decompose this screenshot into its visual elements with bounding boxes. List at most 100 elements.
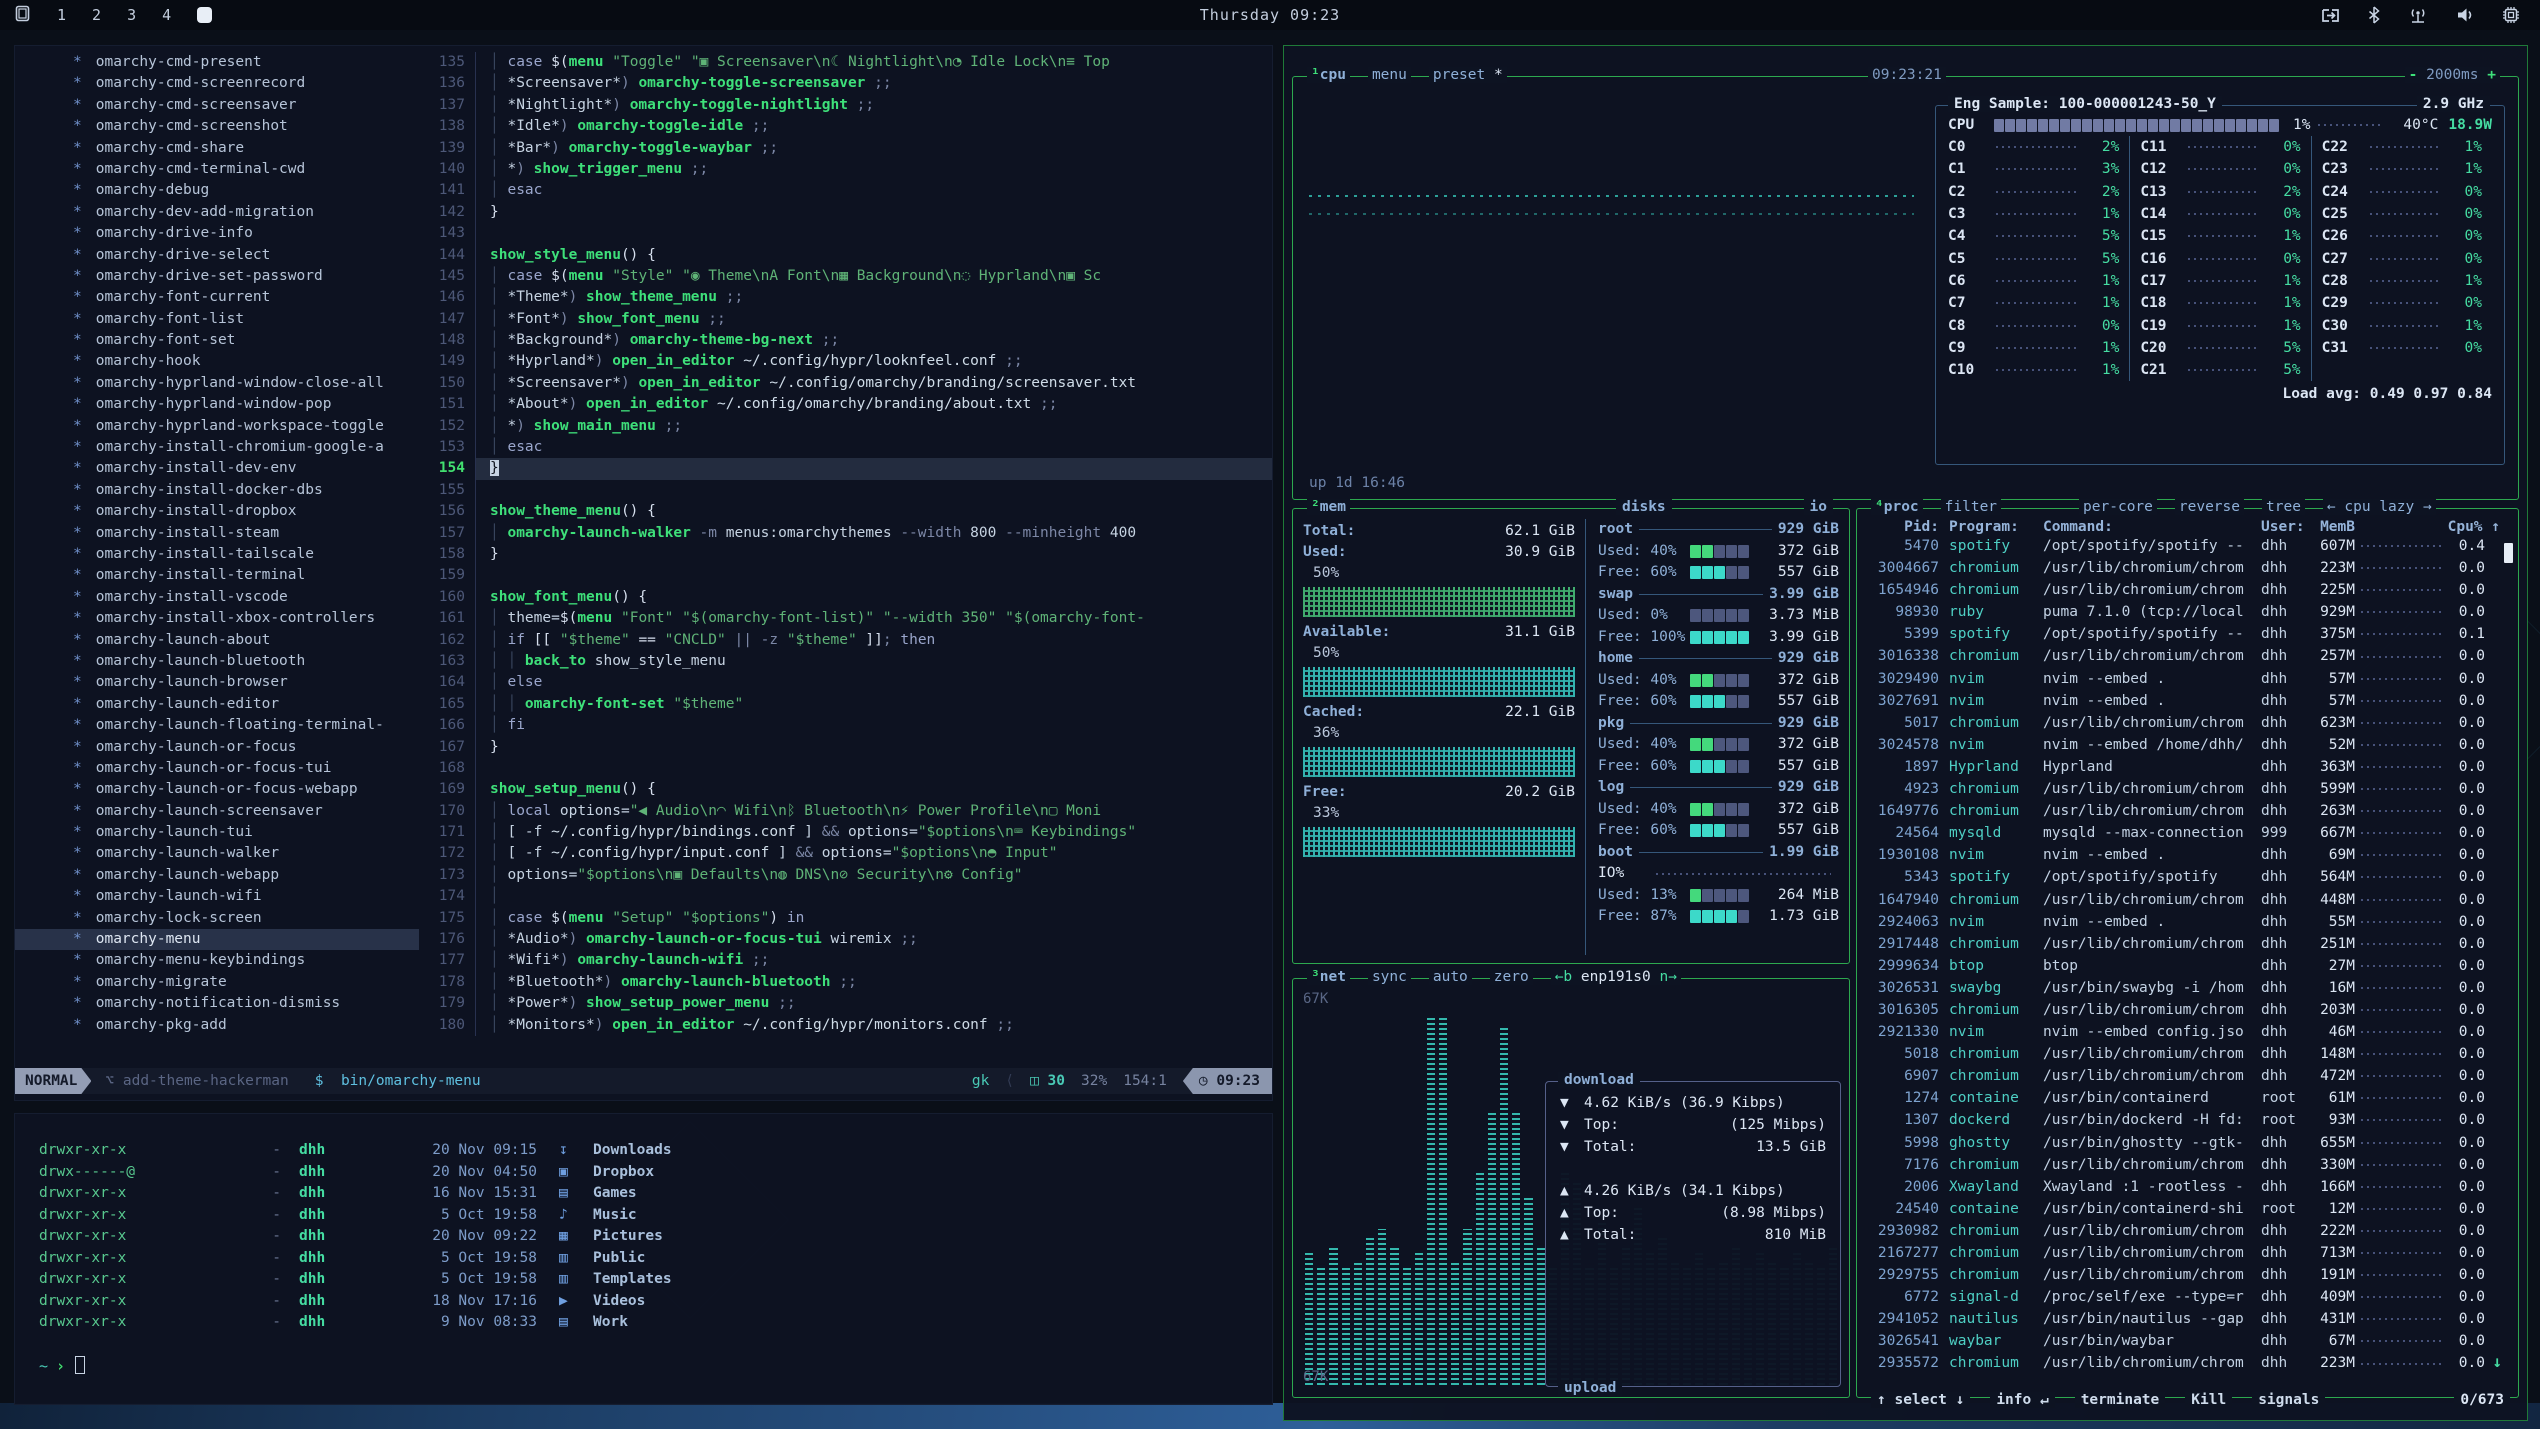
net-sync-button[interactable]: sync [1368, 969, 1411, 985]
process-row[interactable]: 24540containe/usr/bin/containerd-shiroot… [1867, 1198, 2512, 1220]
menu-button[interactable]: menu [1368, 67, 1411, 83]
file-entry[interactable]: *omarchy-hyprland-window-close-all [15, 373, 419, 394]
preset-button[interactable]: preset * [1429, 67, 1507, 83]
process-row[interactable]: 1897HyprlandHyprlanddhh363M0.0 [1867, 756, 2512, 778]
directory-name[interactable]: Music [593, 1205, 1272, 1227]
editor-row[interactable]: *omarchy-launch-about162│ if [[ "$theme"… [15, 630, 1272, 651]
process-row[interactable]: 1647940chromium/usr/lib/chromium/chromdh… [1867, 889, 2512, 911]
file-entry[interactable]: *omarchy-launch-or-focus-webapp [15, 779, 419, 800]
editor-row[interactable]: *omarchy-hyprland-window-pop151│ *About*… [15, 394, 1272, 415]
editor-row[interactable]: *omarchy-font-current146│ *Theme*) show_… [15, 287, 1272, 308]
process-row[interactable]: 5018chromium/usr/lib/chromium/chromdhh14… [1867, 1043, 2512, 1065]
directory-name[interactable]: Pictures [593, 1226, 1272, 1248]
file-entry[interactable]: *omarchy-install-vscode [15, 587, 419, 608]
proc-tree-button[interactable]: tree [2262, 499, 2305, 515]
file-entry[interactable]: *omarchy-launch-tui [15, 822, 419, 843]
file-entry[interactable]: *omarchy-cmd-screenshot [15, 116, 419, 137]
editor-row[interactable]: *omarchy-install-chromium-google-a153│ e… [15, 437, 1272, 458]
update-interval[interactable]: - 2000ms + [2405, 67, 2500, 83]
file-entry[interactable]: *omarchy-launch-or-focus [15, 737, 419, 758]
process-row[interactable]: 4923chromium/usr/lib/chromium/chromdhh59… [1867, 778, 2512, 800]
process-table[interactable]: 5470spotify/opt/spotify/spotify --dhh607… [1857, 533, 2518, 1375]
file-entry[interactable]: *omarchy-install-tailscale [15, 544, 419, 565]
process-row[interactable]: 6907chromium/usr/lib/chromium/chromdhh47… [1867, 1065, 2512, 1087]
directory-name[interactable]: Downloads [593, 1140, 1272, 1162]
process-row[interactable]: 3024578nvimnvim --embed /home/dhh/dhh52M… [1867, 734, 2512, 756]
file-entry[interactable]: *omarchy-cmd-screenrecord [15, 73, 419, 94]
editor-row[interactable]: *omarchy-menu176│ *Audio*) omarchy-launc… [15, 929, 1272, 950]
editor-row[interactable]: *omarchy-launch-or-focus-webapp169show_s… [15, 779, 1272, 800]
file-entry[interactable]: *omarchy-install-dropbox [15, 501, 419, 522]
editor-row[interactable]: *omarchy-install-dropbox156show_theme_me… [15, 501, 1272, 522]
editor-row[interactable]: *omarchy-install-tailscale158} [15, 544, 1272, 565]
file-entry[interactable]: *omarchy-dev-add-migration [15, 202, 419, 223]
file-entry[interactable]: *omarchy-install-xbox-controllers [15, 608, 419, 629]
directory-name[interactable]: Templates [593, 1269, 1272, 1291]
editor-row[interactable]: *omarchy-launch-bluetooth163│ │ back_to … [15, 651, 1272, 672]
file-entry[interactable]: *omarchy-menu [15, 929, 419, 950]
editor-row[interactable]: *omarchy-font-list147│ *Font*) show_font… [15, 309, 1272, 330]
editor-split-view[interactable]: *omarchy-cmd-present135│ case $(menu "To… [15, 52, 1272, 1036]
file-entry[interactable]: *omarchy-debug [15, 180, 419, 201]
signals-key[interactable]: signals [2252, 1392, 2325, 1408]
process-row[interactable]: 3004667chromium/usr/lib/chromium/chromdh… [1867, 557, 2512, 579]
terminate-key[interactable]: terminate [2075, 1392, 2166, 1408]
editor-terminal-window[interactable]: *omarchy-cmd-present135│ case $(menu "To… [14, 45, 1273, 1101]
editor-row[interactable]: *omarchy-install-steam157│ omarchy-launc… [15, 523, 1272, 544]
proc-percore-button[interactable]: per-core [2079, 499, 2157, 515]
editor-row[interactable]: *omarchy-cmd-screenshot138│ *Idle*) omar… [15, 116, 1272, 137]
editor-row[interactable]: *omarchy-launch-or-focus167} [15, 737, 1272, 758]
file-entry[interactable]: *omarchy-cmd-terminal-cwd [15, 159, 419, 180]
file-entry[interactable]: *omarchy-hyprland-workspace-toggle [15, 416, 419, 437]
shell-terminal-window[interactable]: drwxr-xr-x-dhh20 Nov 09:15↧Downloadsdrwx… [14, 1113, 1273, 1405]
net-auto-button[interactable]: auto [1429, 969, 1472, 985]
net-zero-button[interactable]: zero [1490, 969, 1533, 985]
scrollbar-thumb[interactable] [2504, 543, 2513, 563]
process-row[interactable]: 5343spotify/opt/spotify/spotifydhh564M0.… [1867, 866, 2512, 888]
file-entry[interactable]: *omarchy-launch-browser [15, 672, 419, 693]
process-row[interactable]: 1654946chromium/usr/lib/chromium/chromdh… [1867, 579, 2512, 601]
editor-row[interactable]: *omarchy-drive-set-password145│ case $(m… [15, 266, 1272, 287]
tab-cpu[interactable]: ¹cpu [1307, 67, 1350, 83]
process-row[interactable]: 24564mysqldmysqld --max-connection999667… [1867, 822, 2512, 844]
editor-row[interactable]: *omarchy-lock-screen175│ case $(menu "Se… [15, 908, 1272, 929]
process-row[interactable]: 2929755chromium/usr/lib/chromium/chromdh… [1867, 1264, 2512, 1286]
editor-row[interactable]: *omarchy-launch-wifi174│ [15, 886, 1272, 907]
file-entry[interactable]: *omarchy-drive-set-password [15, 266, 419, 287]
file-entry[interactable]: *omarchy-launch-walker [15, 843, 419, 864]
process-row[interactable]: 98930rubypuma 7.1.0 (tcp://localdhh929M0… [1867, 601, 2512, 623]
editor-row[interactable]: *omarchy-dev-add-migration142} [15, 202, 1272, 223]
editor-row[interactable]: *omarchy-launch-browser164│ else [15, 672, 1272, 693]
editor-row[interactable]: *omarchy-launch-floating-terminal-166│ f… [15, 715, 1272, 736]
editor-row[interactable]: *omarchy-font-set148│ *Background*) omar… [15, 330, 1272, 351]
process-row[interactable]: 3016338chromium/usr/lib/chromium/chromdh… [1867, 645, 2512, 667]
process-row[interactable]: 2006XwaylandXwayland :1 -rootless -dhh16… [1867, 1176, 2512, 1198]
file-entry[interactable]: *omarchy-install-terminal [15, 565, 419, 586]
editor-row[interactable]: *omarchy-cmd-present135│ case $(menu "To… [15, 52, 1272, 73]
file-entry[interactable]: *omarchy-launch-floating-terminal- [15, 715, 419, 736]
file-entry[interactable]: *omarchy-notification-dismiss [15, 993, 419, 1014]
process-row[interactable]: 1649776chromium/usr/lib/chromium/chromdh… [1867, 800, 2512, 822]
net-interface-switch[interactable]: ←b enp191s0 n→ [1551, 969, 1681, 985]
file-entry[interactable]: *omarchy-cmd-present [15, 52, 419, 73]
editor-row[interactable]: *omarchy-launch-editor165│ │ omarchy-fon… [15, 694, 1272, 715]
proc-filter-button[interactable]: filter [1941, 499, 2001, 515]
editor-row[interactable]: *omarchy-cmd-share139│ *Bar*) omarchy-to… [15, 138, 1272, 159]
directory-name[interactable]: Dropbox [593, 1162, 1272, 1184]
file-entry[interactable]: *omarchy-launch-screensaver [15, 801, 419, 822]
process-row[interactable]: 3026531swaybg/usr/bin/swaybg -i /homdhh1… [1867, 977, 2512, 999]
editor-row[interactable]: *omarchy-debug141│ esac [15, 180, 1272, 201]
editor-row[interactable]: *omarchy-install-vscode160show_font_menu… [15, 587, 1272, 608]
file-entry[interactable]: *omarchy-hook [15, 351, 419, 372]
file-entry[interactable]: *omarchy-launch-webapp [15, 865, 419, 886]
file-entry[interactable]: *omarchy-menu-keybindings [15, 950, 419, 971]
process-row[interactable]: 5017chromium/usr/lib/chromium/chromdhh62… [1867, 712, 2512, 734]
editor-row[interactable]: *omarchy-hyprland-window-close-all150│ *… [15, 373, 1272, 394]
directory-name[interactable]: Videos [593, 1291, 1272, 1313]
tab-proc[interactable]: ⁴proc [1871, 499, 1923, 515]
process-row[interactable]: 2167277chromium/usr/lib/chromium/chromdh… [1867, 1242, 2512, 1264]
proc-sort-selector[interactable]: ← cpu lazy → [2323, 499, 2436, 515]
directory-name[interactable]: Games [593, 1183, 1272, 1205]
editor-row[interactable]: *omarchy-pkg-add180│ *Monitors*) open_in… [15, 1015, 1272, 1036]
tab-net[interactable]: ³net [1307, 969, 1350, 985]
